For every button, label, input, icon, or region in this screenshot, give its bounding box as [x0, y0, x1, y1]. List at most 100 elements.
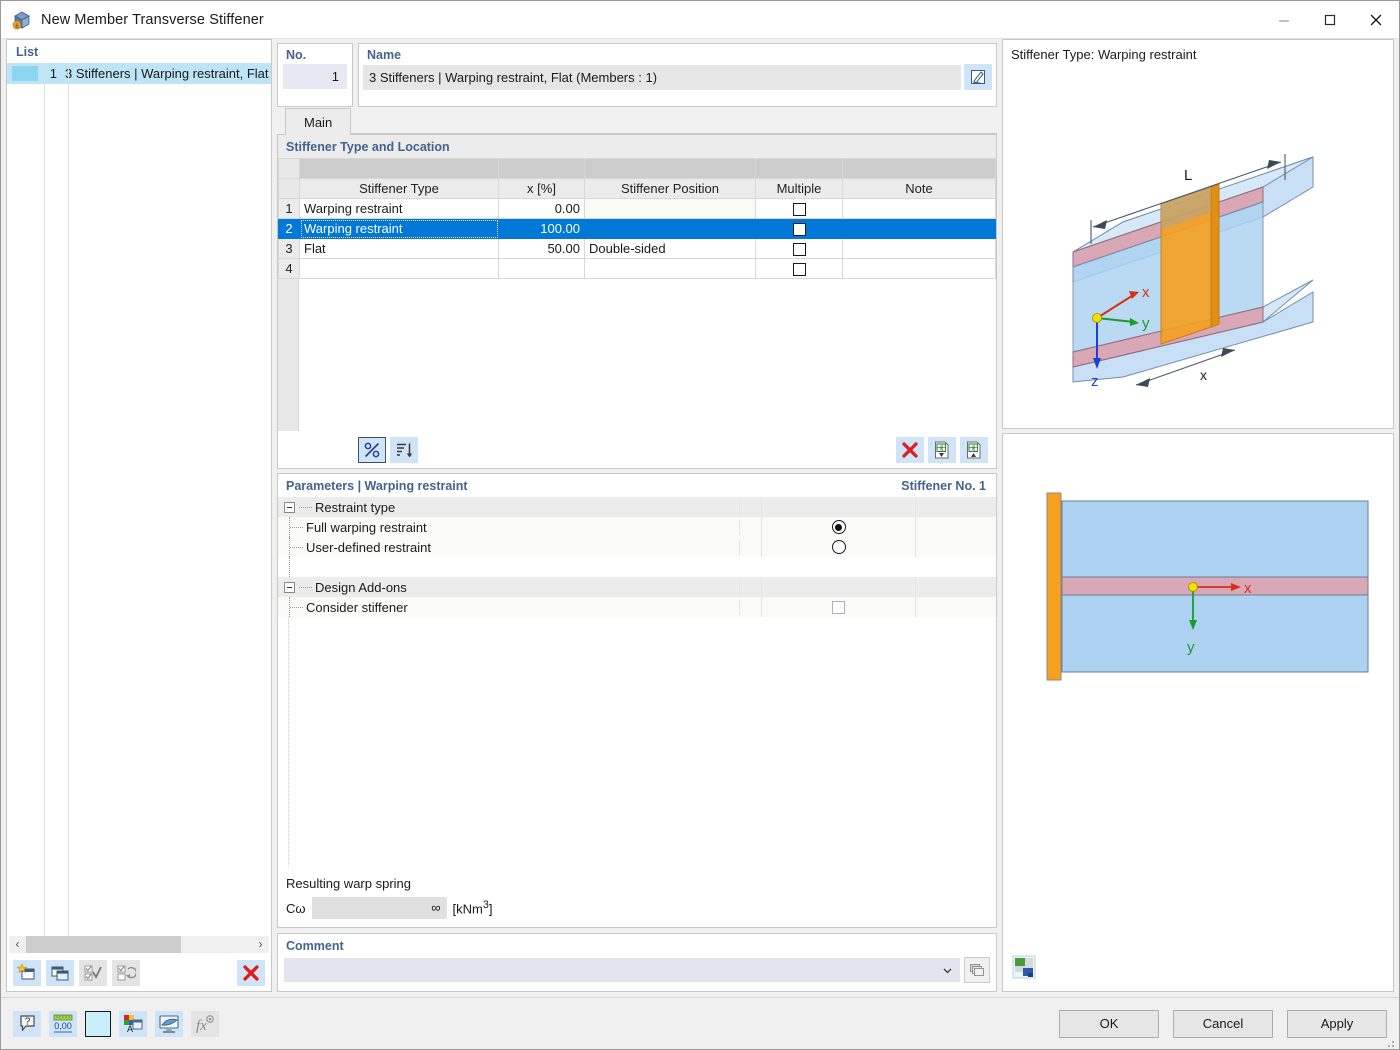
rfem-cube-icon: 6	[12, 10, 32, 30]
column-header-x-percent[interactable]: x [%]	[498, 178, 585, 199]
cancel-button[interactable]: Cancel	[1173, 1009, 1273, 1038]
collapse-expander-icon[interactable]	[284, 501, 295, 513]
parameter-spacer-row	[278, 557, 996, 577]
list-item[interactable]: 1 3 Stiffeners | Warping restraint, Flat	[7, 63, 271, 84]
comment-input[interactable]	[284, 958, 960, 982]
center-column: Main Stiffener Type and Location Stiffen…	[277, 107, 997, 992]
column-header-multiple[interactable]: Multiple	[755, 178, 843, 199]
excel-import-icon[interactable]: X	[928, 437, 956, 463]
collapse-expander-icon[interactable]	[284, 581, 295, 593]
parameter-row-consider-stiffener[interactable]: Consider stiffener	[278, 597, 996, 617]
cell-note[interactable]	[842, 238, 996, 259]
copy-windows-icon[interactable]	[46, 960, 74, 986]
cell-multiple[interactable]	[755, 198, 843, 219]
cell-multiple[interactable]	[755, 258, 843, 279]
dialog-window: 6 New Member Transverse Stiffener No. 1 …	[0, 0, 1400, 1050]
sort-descending-icon[interactable]	[390, 437, 418, 463]
parameter-row-full-warping-restraint[interactable]: Full warping restraint	[278, 517, 996, 537]
group-col-b	[762, 497, 916, 517]
warp-spring-input[interactable]: ∞	[311, 897, 447, 919]
cell-note[interactable]	[842, 258, 996, 279]
cell-stiffener-type[interactable]: Flat	[299, 238, 499, 259]
cell-stiffener-position[interactable]: Double-sided	[584, 238, 756, 259]
cell-multiple[interactable]	[755, 218, 843, 239]
cell-multiple[interactable]	[755, 238, 843, 259]
cell-stiffener-position[interactable]	[584, 258, 756, 279]
maximize-icon[interactable]	[1307, 1, 1353, 38]
item-label: User-defined restraint	[306, 539, 431, 555]
cell-stiffener-type[interactable]: Warping restraint	[299, 198, 499, 219]
minimize-icon[interactable]	[1261, 1, 1307, 38]
cell-note[interactable]	[842, 218, 996, 239]
tree-gutter	[278, 617, 289, 866]
parameter-group-restraint-type[interactable]: Restraint type	[278, 497, 996, 517]
tree-connector	[290, 606, 303, 608]
cell-note[interactable]	[842, 198, 996, 219]
parameter-group-design-add-ons[interactable]: Design Add-ons	[278, 577, 996, 597]
warp-spring-row: Cω ∞ [kNm3]	[286, 897, 988, 919]
new-window-star-icon[interactable]	[13, 960, 41, 986]
axis-label-x-2d: x	[1244, 580, 1252, 597]
comment-templates-icon[interactable]	[964, 957, 990, 983]
edit-name-icon[interactable]	[964, 64, 992, 90]
column-header-stiffener-type[interactable]: Stiffener Type	[299, 178, 499, 199]
scroll-track[interactable]	[26, 936, 252, 953]
list-grid-line-1	[44, 63, 45, 936]
percent-icon[interactable]	[358, 437, 386, 463]
cell-x-percent[interactable]: 50.00	[498, 238, 585, 259]
scroll-right-arrow[interactable]: ›	[252, 936, 269, 953]
help-bubble-icon[interactable]: ?	[13, 1010, 41, 1037]
column-header-note[interactable]: Note	[842, 178, 996, 199]
warp-spring-unit: [kNm3]	[453, 899, 493, 916]
multiple-checkbox[interactable]	[792, 243, 806, 257]
group-col-b	[762, 577, 916, 597]
group-header-cell	[842, 158, 996, 179]
cell-stiffener-position[interactable]	[584, 198, 756, 219]
table-row[interactable]: 4	[278, 258, 996, 279]
name-input[interactable]: 3 Stiffeners | Warping restraint, Flat (…	[363, 64, 961, 90]
ok-button[interactable]: OK	[1059, 1009, 1159, 1038]
list-horizontal-scrollbar[interactable]: ‹ ›	[9, 936, 269, 953]
graphic-3d-panel[interactable]: Stiffener Type: Warping restraint L x x …	[1002, 39, 1394, 429]
full-warping-restraint-radio[interactable]	[831, 520, 846, 534]
no-input[interactable]: 1	[283, 64, 347, 89]
excel-export-icon[interactable]: X	[960, 437, 988, 463]
cell-x-percent[interactable]	[498, 258, 585, 279]
cell-stiffener-type[interactable]	[299, 258, 499, 279]
consider-stiffener-checkbox[interactable]	[832, 600, 845, 614]
multiple-checkbox[interactable]	[792, 203, 806, 217]
table-row[interactable]: 3 Flat 50.00 Double-sided	[278, 238, 996, 259]
render-settings-icon[interactable]	[1011, 954, 1037, 983]
list-item-swatch	[12, 66, 38, 81]
resize-grip[interactable]	[1385, 1036, 1395, 1047]
close-icon[interactable]	[1353, 1, 1399, 38]
parameter-row-user-defined-restraint[interactable]: User-defined restraint	[278, 537, 996, 557]
column-header-stiffener-position[interactable]: Stiffener Position	[584, 178, 756, 199]
column-header-rownum[interactable]	[278, 178, 300, 199]
cell-stiffener-type[interactable]: Warping restraint	[299, 218, 499, 239]
graphic-2d-panel[interactable]: x y	[1002, 433, 1394, 992]
color-swatch-icon[interactable]	[85, 1010, 111, 1037]
tab-main[interactable]: Main	[285, 108, 352, 135]
user-defined-restraint-radio[interactable]	[831, 540, 846, 554]
display-properties-icon[interactable]: A	[119, 1010, 147, 1037]
table-row[interactable]: 1 Warping restraint 0.00	[278, 198, 996, 219]
red-x-icon[interactable]	[237, 960, 265, 986]
cell-x-percent[interactable]: 100.00	[498, 218, 585, 239]
comment-header: Comment	[278, 934, 996, 957]
multiple-checkbox[interactable]	[792, 263, 806, 277]
tree-indent	[278, 546, 306, 548]
scroll-thumb[interactable]	[26, 936, 181, 953]
view-monitor-icon[interactable]	[155, 1010, 183, 1037]
item-col-b	[762, 517, 916, 537]
table-row[interactable]: 2 Warping restraint 100.00	[278, 218, 996, 239]
red-x-icon[interactable]	[896, 437, 924, 463]
cell-x-percent[interactable]: 0.00	[498, 198, 585, 219]
apply-button[interactable]: Apply	[1287, 1009, 1387, 1038]
units-0-00-icon[interactable]: 0,00	[49, 1010, 77, 1037]
chevron-down-icon[interactable]	[941, 964, 954, 977]
multiple-checkbox[interactable]	[792, 223, 806, 237]
table-group-header-row	[278, 158, 996, 179]
scroll-left-arrow[interactable]: ‹	[9, 936, 26, 953]
cell-stiffener-position[interactable]	[584, 218, 756, 239]
